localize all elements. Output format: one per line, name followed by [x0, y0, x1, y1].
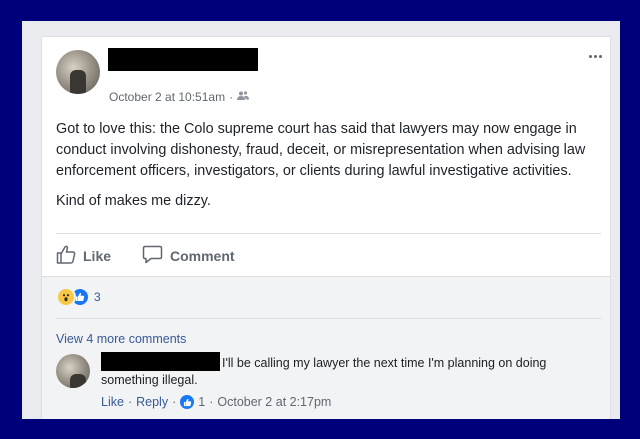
comment-like-reaction-icon[interactable] — [180, 395, 195, 409]
author-name-redacted[interactable] — [108, 48, 258, 71]
comment-button[interactable]: Comment — [142, 245, 235, 267]
like-button[interactable]: Like — [56, 245, 111, 267]
comment-item: I'll be calling my lawyer the next time … — [101, 352, 581, 389]
post-meta: October 2 at 10:51am · — [109, 90, 250, 104]
meta-separator: · — [229, 90, 234, 104]
reaction-count[interactable]: 3 — [94, 290, 101, 304]
comment-bubble-icon — [142, 245, 163, 267]
commenter-avatar[interactable] — [56, 354, 90, 388]
comments-divider — [56, 318, 601, 319]
comment-action-separator: · — [172, 395, 177, 409]
commenter-name-redacted[interactable] — [101, 352, 220, 371]
comment-reaction-count[interactable]: 1 — [198, 395, 205, 409]
comment-like-link[interactable]: Like — [101, 395, 124, 409]
comment-label: Comment — [170, 248, 235, 264]
post-card: October 2 at 10:51am · Got to love this:… — [41, 36, 611, 419]
view-more-comments-link[interactable]: View 4 more comments — [56, 332, 186, 346]
author-avatar[interactable] — [56, 50, 100, 94]
thumbs-up-icon — [56, 245, 76, 267]
wow-reaction-icon — [56, 287, 76, 307]
comment-timestamp[interactable]: October 2 at 2:17pm — [217, 395, 331, 409]
comment-actions: Like · Reply · 1 · October 2 at 2:17pm — [101, 395, 331, 409]
post-paragraph-2: Kind of makes me dizzy. — [56, 193, 211, 209]
friends-icon[interactable] — [237, 90, 250, 104]
screenshot-frame: October 2 at 10:51am · Got to love this:… — [22, 21, 620, 419]
post-text: Got to love this: the Colo supreme court… — [56, 119, 601, 221]
post-paragraph-1: Got to love this: the Colo supreme court… — [56, 121, 586, 179]
comments-section: 3 View 4 more comments I'll be calling m… — [42, 276, 610, 419]
like-label: Like — [83, 248, 112, 264]
post-actions-bar: Like Comment — [56, 233, 601, 274]
reactions-summary[interactable]: 3 — [56, 287, 101, 307]
post-timestamp[interactable]: October 2 at 10:51am — [109, 90, 225, 104]
more-options-icon[interactable] — [585, 50, 605, 62]
comment-action-separator: · — [209, 395, 214, 409]
comment-action-separator: · — [127, 395, 133, 409]
comment-reply-link[interactable]: Reply — [136, 395, 168, 409]
